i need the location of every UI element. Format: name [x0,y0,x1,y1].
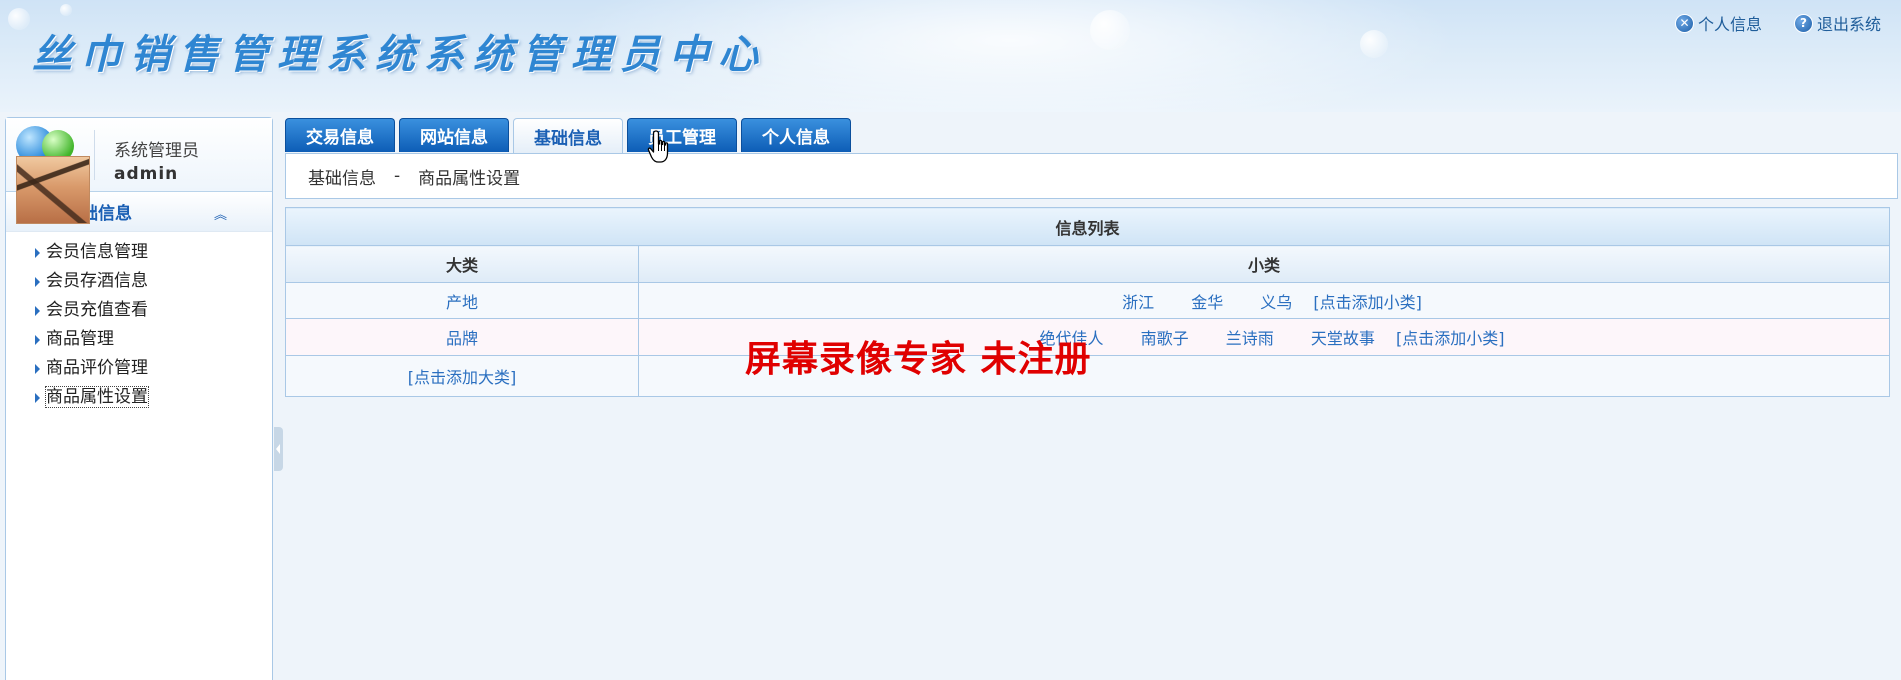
category-link[interactable]: 品牌 [285,318,639,356]
top-links: ✕ 个人信息 ? 退出系统 [1674,11,1881,35]
sidebar-toggle-handle[interactable] [274,427,283,471]
arrow-right-icon [35,364,40,374]
sidebar-item-label: 商品评价管理 [46,358,148,378]
subcategory-link[interactable]: 浙江 [1122,293,1154,312]
help-circle-icon: ? [1793,13,1813,33]
arrow-right-icon [35,248,40,258]
menu-list: 会员信息管理 会员存酒信息 会员充值查看 商品管理 商品评价管理 商品属性设置 [6,232,272,412]
add-subcategory-link[interactable]: [点击添加小类] [1313,293,1422,312]
sidebar-item-member-recharge[interactable]: 会员充值查看 [6,296,272,325]
avatar [16,156,90,224]
arrow-right-icon [35,335,40,345]
bubble-decoration [8,8,30,30]
tab-personal-info[interactable]: 个人信息 [741,118,851,152]
sidebar-item-reviews[interactable]: 商品评价管理 [6,354,272,383]
arrow-right-icon [35,306,40,316]
sidebar-item-label: 会员充值查看 [46,300,148,320]
subcategory-link[interactable]: 天堂故事 [1311,329,1375,348]
sidebar-item-label: 商品属性设置 [45,386,149,408]
bubble-decoration [1360,30,1388,58]
sidebar-item-label: 会员存酒信息 [46,271,148,291]
app-title: 丝巾销售管理系统系统管理员中心 [32,31,767,78]
top-link-label: 个人信息 [1697,15,1762,34]
subcategory-link[interactable]: 义乌 [1260,293,1292,312]
close-circle-icon: ✕ [1674,13,1694,33]
add-category-link[interactable]: [点击添加大类] [285,355,639,397]
hand-cursor-icon [647,130,669,163]
main-tabs: 交易信息 网站信息 基础信息 员工管理 个人信息 [285,118,851,154]
subcategory-link[interactable]: 兰诗雨 [1226,329,1274,348]
tab-staff[interactable]: 员工管理 [627,118,737,152]
breadcrumb: 基础信息 - 商品属性设置 [285,153,1898,199]
sidebar-item-label: 商品管理 [46,329,114,349]
sidebar-item-product-attributes[interactable]: 商品属性设置 [6,383,272,412]
bubble-decoration [60,4,72,16]
top-link-profile[interactable]: ✕ 个人信息 [1674,11,1762,35]
sidebar-item-products[interactable]: 商品管理 [6,325,272,354]
sidebar: 系统管理员 admin 基础信息 ︽ 会员信息管理 会员存酒信息 会员充值查看 … [5,117,273,680]
breadcrumb-page: 商品属性设置 [418,168,521,189]
top-link-logout[interactable]: ? 退出系统 [1793,11,1881,35]
subcategory-link[interactable]: 南歌子 [1141,329,1189,348]
user-name: admin [114,164,179,184]
double-chevron-up-icon[interactable]: ︽ [214,204,227,223]
chevron-left-icon [276,444,280,454]
table-row: 产地 浙江 金华 义乌 [点击添加小类] [285,282,1890,319]
breadcrumb-separator: - [394,166,401,186]
top-link-label: 退出系统 [1816,15,1881,34]
subcategory-cell: 浙江 金华 义乌 [点击添加小类] [638,282,1890,319]
user-box: 系统管理员 admin [6,118,272,224]
user-role: 系统管理员 [114,141,199,161]
subcategory-link[interactable]: 金华 [1191,293,1223,312]
watermark: 屏幕录像专家 未注册 [745,338,1092,380]
arrow-right-icon [35,393,40,403]
category-link[interactable]: 产地 [285,282,639,319]
sidebar-item-member-wine[interactable]: 会员存酒信息 [6,267,272,296]
header-banner: 丝巾销售管理系统系统管理员中心 ✕ 个人信息 ? 退出系统 [0,0,1901,112]
sidebar-item-label: 会员信息管理 [46,242,148,262]
column-header-category: 大类 [285,245,639,283]
bubble-decoration [1090,10,1130,50]
tab-site-info[interactable]: 网站信息 [399,118,509,152]
add-subcategory-link[interactable]: [点击添加小类] [1396,329,1505,348]
tab-basic-info[interactable]: 基础信息 [513,118,623,154]
sidebar-item-member-info[interactable]: 会员信息管理 [6,238,272,267]
breadcrumb-section: 基础信息 [308,168,376,189]
divider [94,130,95,180]
column-header-subcategory: 小类 [638,245,1890,283]
table-caption: 信息列表 [285,207,1890,246]
arrow-right-icon [35,277,40,287]
tab-trade-info[interactable]: 交易信息 [285,118,395,152]
